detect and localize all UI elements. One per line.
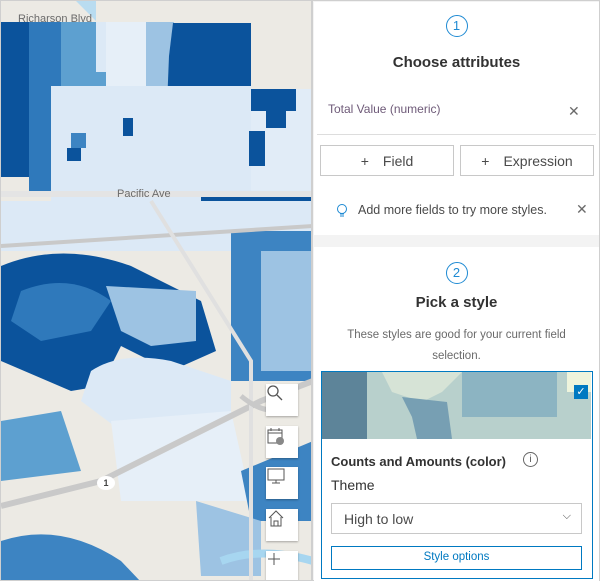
- style-options-button[interactable]: Style options: [331, 546, 582, 570]
- basemap-button[interactable]: [266, 426, 298, 458]
- plus-icon: +: [481, 152, 490, 169]
- style-title: Counts and Amounts (color): [331, 454, 507, 469]
- lightbulb-icon: [337, 204, 347, 217]
- search-icon: [267, 385, 283, 401]
- monitor-icon: [267, 468, 285, 484]
- section-title: Choose attributes: [392, 54, 521, 71]
- home-button[interactable]: [266, 509, 298, 541]
- info-icon[interactable]: i: [523, 452, 538, 467]
- pick-style-section: 2 Pick a style These styles are good for…: [314, 247, 599, 581]
- section-description: These styles are good for your current f…: [347, 329, 566, 362]
- plus-icon: +: [360, 152, 369, 169]
- zoom-in-button[interactable]: [266, 551, 298, 580]
- style-card-counts-amounts[interactable]: ✓ Counts and Amounts (color) i Theme Hig…: [321, 371, 593, 579]
- divider: [317, 134, 596, 135]
- zoom-in-icon: [268, 553, 280, 565]
- selected-field: Total Value (numeric): [328, 102, 441, 116]
- add-expression-button[interactable]: + Expression: [460, 145, 594, 176]
- street-label: Pacific Ave: [117, 188, 171, 200]
- street-label: Richarson Blvd: [18, 13, 92, 25]
- choose-attributes-section: 1 Choose attributes Total Value (numeric…: [314, 2, 599, 235]
- remove-field-button[interactable]: ✕: [568, 103, 580, 120]
- route-shield: 1: [97, 476, 115, 490]
- tip-text: Add more fields to try more styles.: [358, 203, 547, 217]
- chevron-down-icon: ⌵: [562, 510, 571, 522]
- style-preview-image: [322, 372, 591, 439]
- theme-select[interactable]: High to low ⌵: [331, 503, 582, 534]
- basemap-calendar-icon: [267, 428, 284, 445]
- selected-checkbox[interactable]: ✓: [574, 385, 588, 399]
- home-icon: [268, 510, 284, 527]
- theme-label: Theme: [331, 477, 375, 493]
- section-title: Pick a style: [415, 294, 498, 311]
- map-view[interactable]: Richarson Blvd Pacific Ave 1: [0, 0, 312, 581]
- search-button[interactable]: [266, 384, 298, 416]
- screen-button[interactable]: [266, 467, 298, 499]
- dismiss-tip-button[interactable]: ✕: [576, 201, 588, 218]
- step-number: 2: [445, 262, 468, 284]
- add-field-button[interactable]: + Field: [320, 145, 454, 176]
- style-panel: 1 Choose attributes Total Value (numeric…: [312, 0, 600, 581]
- step-number: 1: [445, 15, 468, 37]
